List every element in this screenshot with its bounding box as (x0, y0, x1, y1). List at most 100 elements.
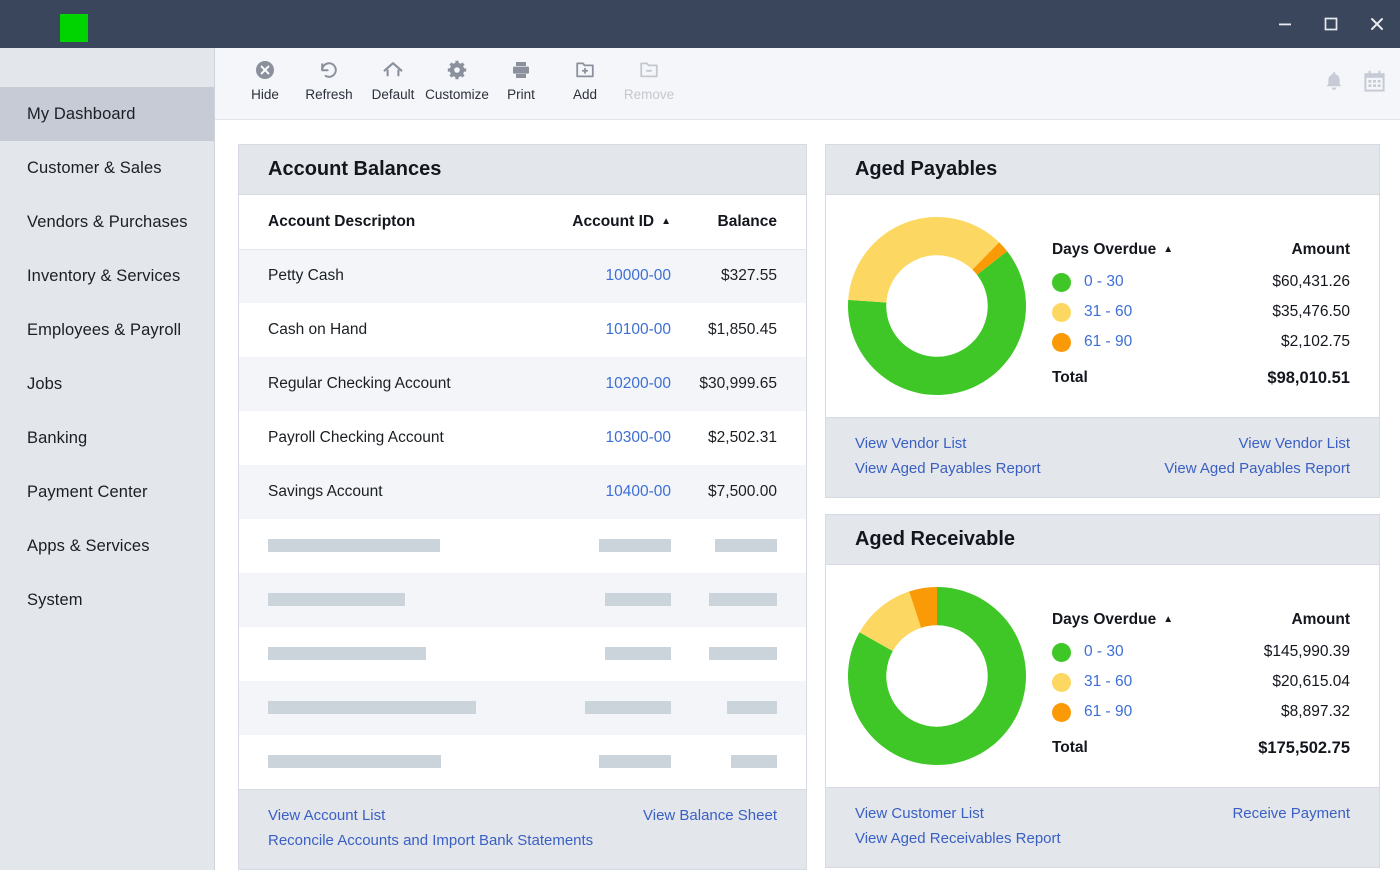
close-icon[interactable] (1354, 0, 1400, 48)
table-row[interactable]: Petty Cash 10000-00 $327.55 (239, 249, 806, 303)
refresh-button[interactable]: Refresh (297, 58, 361, 102)
customize-button[interactable]: Customize (425, 58, 489, 102)
cell-account-id[interactable]: 10000-00 (521, 249, 681, 303)
sort-asc-icon: ▲ (1163, 614, 1173, 625)
donut-segment[interactable] (848, 217, 999, 302)
calendar-icon[interactable] (1363, 70, 1386, 98)
table-header: Account Descripton Account ID▲ Balance (239, 195, 806, 249)
view-vendor-list-link-left[interactable]: View Vendor List (855, 431, 966, 456)
panel-title: Aged Payables (855, 158, 997, 181)
legend-row[interactable]: 0 - 30 $145,990.39 (1052, 637, 1350, 667)
view-customer-list-link[interactable]: View Customer List (855, 801, 984, 826)
legend-bucket-label[interactable]: 31 - 60 (1084, 673, 1272, 691)
legend-bucket-label[interactable]: 61 - 90 (1084, 333, 1281, 351)
legend-header-bucket[interactable]: Days Overdue▲ (1052, 241, 1291, 259)
aged-payables-panel: Aged Payables Days Overdue▲ Amount 0 - 3… (825, 144, 1380, 498)
view-aged-payables-report-link-left[interactable]: View Aged Payables Report (855, 456, 1041, 481)
close-circle-icon (254, 58, 276, 82)
column-header-description[interactable]: Account Descripton (239, 195, 521, 249)
table-row[interactable]: Regular Checking Account 10200-00 $30,99… (239, 357, 806, 411)
app-logo-icon (60, 14, 88, 42)
sidebar-item-customer-sales[interactable]: Customer & Sales (0, 141, 214, 195)
view-aged-payables-report-link-right[interactable]: View Aged Payables Report (1164, 456, 1350, 481)
sidebar-item-employees-payroll[interactable]: Employees & Payroll (0, 303, 214, 357)
total-label: Total (1052, 369, 1267, 387)
sidebar-item-jobs[interactable]: Jobs (0, 357, 214, 411)
legend-header-amount[interactable]: Amount (1291, 611, 1350, 629)
reconcile-accounts-link[interactable]: Reconcile Accounts and Import Bank State… (268, 828, 593, 853)
bell-icon[interactable] (1323, 70, 1345, 98)
sidebar-item-system[interactable]: System (0, 573, 214, 627)
aged-receivable-footer: View Customer List Receive Payment View … (826, 787, 1379, 867)
dashboard-toolbar: Hide Refresh Default (215, 48, 1400, 120)
folder-add-icon (574, 58, 596, 82)
add-button[interactable]: Add (553, 58, 617, 102)
cell-description: Petty Cash (239, 249, 521, 303)
column-header-balance[interactable]: Balance (681, 195, 806, 249)
hide-button[interactable]: Hide (233, 58, 297, 102)
toolbar-button-label: Refresh (305, 87, 352, 102)
cell-balance: $2,502.31 (681, 411, 806, 465)
table-row[interactable]: Cash on Hand 10100-00 $1,850.45 (239, 303, 806, 357)
cell-description-placeholder (239, 681, 521, 735)
legend-row[interactable]: 61 - 90 $8,897.32 (1052, 697, 1350, 727)
cell-description-placeholder (239, 519, 521, 573)
table-row[interactable]: Payroll Checking Account 10300-00 $2,502… (239, 411, 806, 465)
cell-account-id[interactable]: 10200-00 (521, 357, 681, 411)
view-aged-receivables-report-link[interactable]: View Aged Receivables Report (855, 826, 1061, 851)
cell-balance-placeholder (681, 519, 806, 573)
sidebar-top-spacer (0, 48, 214, 87)
cell-balance-placeholder (681, 573, 806, 627)
remove-button[interactable]: Remove (617, 58, 681, 102)
sidebar-item-apps-services[interactable]: Apps & Services (0, 519, 214, 573)
sidebar-item-vendors-purchases[interactable]: Vendors & Purchases (0, 195, 214, 249)
cell-account-id[interactable]: 10300-00 (521, 411, 681, 465)
skeleton-bar (599, 539, 671, 552)
view-account-list-link[interactable]: View Account List (268, 803, 385, 828)
cell-balance: $1,850.45 (681, 303, 806, 357)
view-balance-sheet-link[interactable]: View Balance Sheet (643, 803, 777, 828)
legend-bucket-label[interactable]: 0 - 30 (1084, 273, 1272, 291)
aged-receivable-panel: Aged Receivable Days Overdue ▲ Amount 0 -… (825, 514, 1380, 868)
legend-row[interactable]: 0 - 30 $60,431.26 (1052, 267, 1350, 297)
account-balances-table: Account Descripton Account ID▲ Balance P… (239, 195, 806, 789)
sidebar-item-label: Inventory & Services (27, 267, 180, 286)
maximize-icon[interactable] (1308, 0, 1354, 48)
legend-amount: $60,431.26 (1272, 273, 1350, 291)
legend-bucket-label[interactable]: 61 - 90 (1084, 703, 1281, 721)
toolbar-button-label: Remove (624, 87, 674, 102)
toolbar-button-label: Add (573, 87, 597, 102)
legend-row[interactable]: 31 - 60 $35,476.50 (1052, 297, 1350, 327)
sidebar-item-label: Customer & Sales (27, 159, 162, 178)
print-button[interactable]: Print (489, 58, 553, 102)
legend-bucket-label[interactable]: 0 - 30 (1084, 643, 1264, 661)
cell-account-id[interactable]: 10400-00 (521, 465, 681, 519)
window-controls (1262, 0, 1400, 48)
legend-header-bucket-label: Days Overdue (1052, 611, 1156, 628)
skeleton-bar (709, 647, 777, 660)
sidebar-item-my-dashboard[interactable]: My Dashboard (0, 87, 214, 141)
receive-payment-link[interactable]: Receive Payment (1232, 801, 1350, 826)
column-header-account-id[interactable]: Account ID▲ (521, 195, 681, 249)
gear-icon (446, 58, 468, 82)
legend-header-bucket[interactable]: Days Overdue ▲ (1052, 611, 1291, 629)
sidebar-item-inventory-services[interactable]: Inventory & Services (0, 249, 214, 303)
account-balances-header: Account Balances (239, 145, 806, 195)
total-amount: $98,010.51 (1267, 369, 1350, 388)
legend-color-swatch (1052, 673, 1071, 692)
sidebar-item-label: Apps & Services (27, 537, 150, 556)
sidebar-item-payment-center[interactable]: Payment Center (0, 465, 214, 519)
legend-bucket-label[interactable]: 31 - 60 (1084, 303, 1272, 321)
legend-row[interactable]: 61 - 90 $2,102.75 (1052, 327, 1350, 357)
aged-receivable-header: Aged Receivable (826, 515, 1379, 565)
legend-row[interactable]: 31 - 60 $20,615.04 (1052, 667, 1350, 697)
table-row[interactable]: Savings Account 10400-00 $7,500.00 (239, 465, 806, 519)
minimize-icon[interactable] (1262, 0, 1308, 48)
cell-account-id-placeholder (521, 573, 681, 627)
skeleton-bar (268, 755, 441, 768)
default-button[interactable]: Default (361, 58, 425, 102)
cell-account-id[interactable]: 10100-00 (521, 303, 681, 357)
legend-header-amount[interactable]: Amount (1291, 241, 1350, 259)
view-vendor-list-link-right[interactable]: View Vendor List (1239, 431, 1350, 456)
sidebar-item-banking[interactable]: Banking (0, 411, 214, 465)
